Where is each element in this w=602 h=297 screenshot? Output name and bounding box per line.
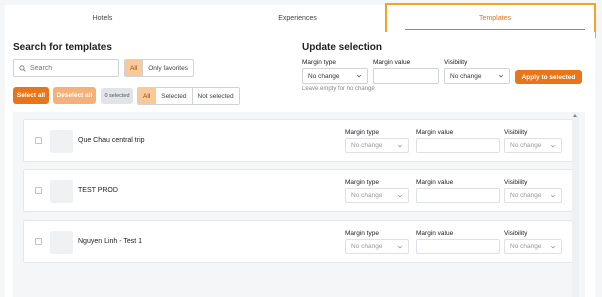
template-name: TEST PROD <box>78 187 118 194</box>
template-list: Que Chau central trip Margin type No cha… <box>13 112 585 297</box>
visibility-select[interactable]: No change <box>444 68 510 84</box>
margin-type-select[interactable]: No change <box>302 68 368 84</box>
list-item: Que Chau central trip Margin type No cha… <box>23 119 574 162</box>
row-visibility-label: Visibility <box>504 230 528 237</box>
margin-type-value: No change <box>308 72 340 80</box>
selection-filter-all[interactable]: All <box>138 88 157 104</box>
row-margin-type-value: No change <box>351 243 383 250</box>
row-visibility-value: No change <box>510 142 542 149</box>
chevron-down-icon <box>550 144 556 147</box>
filter-only-favorites[interactable]: Only favorites <box>143 60 193 76</box>
apply-to-selected-button[interactable]: Apply to selected <box>515 70 582 84</box>
visibility-value: No change <box>450 72 482 80</box>
margin-value-label: Margin value <box>373 59 411 66</box>
scroll-up-arrow-icon[interactable] <box>573 114 577 117</box>
template-name: Nguyen Linh - Test 1 <box>78 238 143 245</box>
template-checkbox[interactable] <box>35 187 42 194</box>
deselect-all-button[interactable]: Deselect all <box>53 87 96 104</box>
chevron-down-icon <box>397 144 403 147</box>
row-margin-type-select[interactable]: No change <box>345 138 409 153</box>
visibility-label: Visibility <box>444 59 468 66</box>
list-item: Nguyen Linh - Test 1 Margin type No chan… <box>23 220 574 263</box>
chevron-down-icon <box>550 245 556 248</box>
chevron-down-icon <box>397 194 403 197</box>
selection-filter-not-selected[interactable]: Not selected <box>193 88 239 104</box>
chevron-down-icon <box>356 74 362 78</box>
row-margin-type-label: Margin type <box>345 230 379 237</box>
tab-experiences[interactable]: Experiences <box>200 5 395 32</box>
update-section-title: Update selection <box>302 42 383 53</box>
row-margin-type-select[interactable]: No change <box>345 239 409 254</box>
row-margin-type-value: No change <box>351 142 383 149</box>
select-all-button[interactable]: Select all <box>13 87 49 104</box>
row-margin-type-value: No change <box>351 192 383 199</box>
search-input[interactable] <box>30 64 115 72</box>
tab-hotels[interactable]: Hotels <box>5 5 200 32</box>
row-visibility-value: No change <box>510 243 542 250</box>
list-item: TEST PROD Margin type No change Margin v… <box>23 169 574 212</box>
template-checkbox[interactable] <box>35 137 42 144</box>
selected-count-badge: 0 selected <box>101 88 133 104</box>
template-thumbnail <box>50 231 73 254</box>
row-visibility-label: Visibility <box>504 129 528 136</box>
chevron-down-icon <box>397 245 403 248</box>
selection-filter-selected[interactable]: Selected <box>156 88 193 104</box>
empty-hint: Leave empty for no change <box>302 86 375 92</box>
row-margin-value-input[interactable] <box>416 188 500 203</box>
template-thumbnail <box>50 180 73 203</box>
row-margin-value-input[interactable] <box>416 239 500 254</box>
row-visibility-label: Visibility <box>504 179 528 186</box>
search-section-title: Search for templates <box>13 42 112 53</box>
list-scrollbar[interactable] <box>572 112 579 297</box>
row-margin-value-input[interactable] <box>416 138 500 153</box>
margin-type-label: Margin type <box>302 59 336 66</box>
row-margin-value-label: Margin value <box>416 179 454 186</box>
selection-filter: All Selected Not selected <box>137 87 240 105</box>
tab-templates[interactable]: Templates <box>395 5 595 32</box>
row-visibility-select[interactable]: No change <box>504 239 562 254</box>
row-visibility-select[interactable]: No change <box>504 188 562 203</box>
favorites-filter: All Only favorites <box>124 59 194 77</box>
filter-all[interactable]: All <box>125 60 144 76</box>
tab-bar: Hotels Experiences Templates <box>5 5 595 32</box>
chevron-down-icon <box>550 194 556 197</box>
chevron-down-icon <box>498 74 504 78</box>
search-box[interactable] <box>13 59 119 77</box>
row-margin-value-label: Margin value <box>416 230 454 237</box>
row-margin-type-label: Margin type <box>345 129 379 136</box>
template-name: Que Chau central trip <box>78 137 145 144</box>
row-margin-type-label: Margin type <box>345 179 379 186</box>
row-margin-type-select[interactable]: No change <box>345 188 409 203</box>
row-visibility-select[interactable]: No change <box>504 138 562 153</box>
template-thumbnail <box>50 130 73 153</box>
template-checkbox[interactable] <box>35 238 42 245</box>
margin-value-input[interactable] <box>373 68 439 84</box>
search-icon <box>19 64 26 72</box>
row-margin-value-label: Margin value <box>416 129 454 136</box>
row-visibility-value: No change <box>510 192 542 199</box>
